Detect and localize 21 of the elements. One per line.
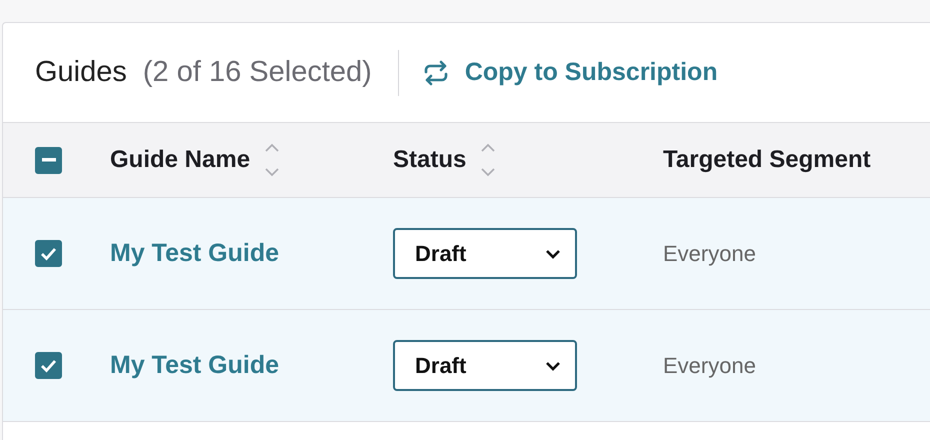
row-checkbox[interactable] (35, 240, 62, 267)
selection-count: (2 of 16 Selected) (142, 56, 372, 89)
swap-arrows-icon (422, 60, 449, 86)
guide-name-link[interactable]: My Test Guide (110, 351, 280, 380)
column-header: Targeted Segment (663, 146, 871, 174)
column-header: Guide Name (110, 146, 250, 174)
check-icon (40, 246, 57, 260)
select-all-checkbox[interactable] (35, 146, 62, 174)
minus-icon (42, 158, 56, 162)
panel-title: Guides (35, 56, 127, 89)
copy-to-subscription-button[interactable]: Copy to Subscription (422, 58, 718, 87)
column-header: Status (393, 146, 466, 174)
guide-name-link[interactable]: My Test Guide (110, 239, 280, 268)
status-dropdown[interactable]: Draft (393, 228, 577, 279)
chevron-down-icon (545, 360, 561, 370)
chevron-down-icon (545, 248, 561, 258)
row-checkbox[interactable] (35, 352, 62, 379)
check-icon (40, 358, 57, 372)
segment-text: Everyone (663, 352, 756, 378)
status-dropdown[interactable]: Draft (393, 340, 577, 391)
segment-text: Everyone (663, 240, 756, 266)
